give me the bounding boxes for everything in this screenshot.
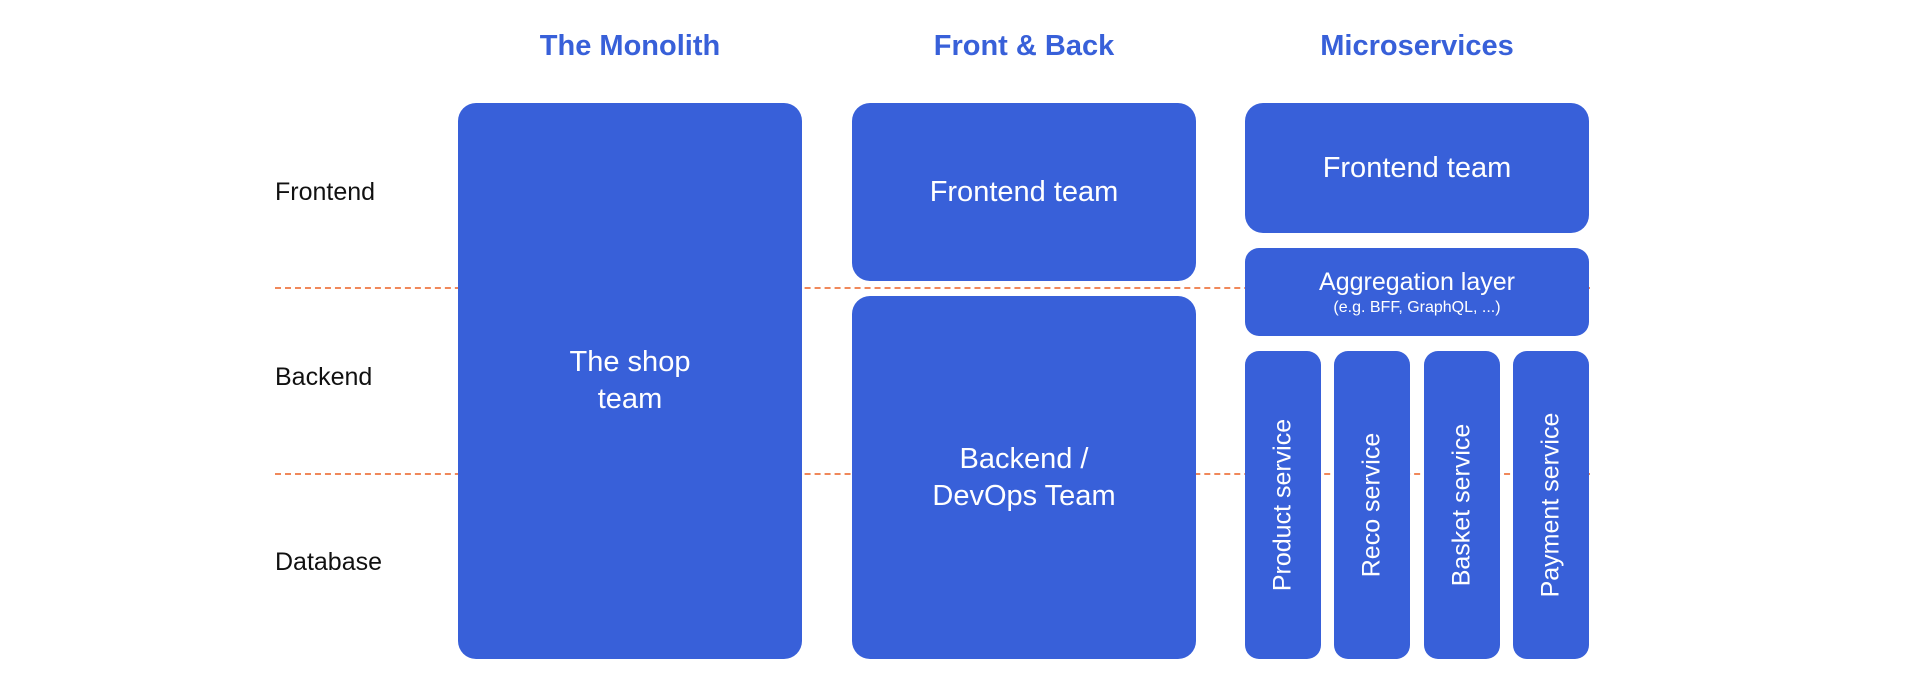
service-box-reco: Reco service: [1334, 351, 1410, 659]
aggregation-layer-box: Aggregation layer (e.g. BFF, GraphQL, ..…: [1245, 248, 1589, 336]
frontend-team-label: Frontend team: [929, 175, 1119, 208]
front-back-frontend-box: Frontend team: [852, 103, 1196, 281]
service-box-basket: Basket service: [1424, 351, 1500, 659]
monolith-shop-team-box: The shop team: [458, 103, 802, 659]
service-label: Reco service: [1357, 432, 1386, 578]
aggregation-sub-label: (e.g. BFF, GraphQL, ...): [1333, 299, 1501, 316]
front-back-backend-box: Backend / DevOps Team: [852, 296, 1196, 659]
service-box-product: Product service: [1245, 351, 1321, 659]
backend-team-label-2: DevOps Team: [932, 479, 1116, 512]
service-label: Payment service: [1536, 412, 1565, 598]
service-label: Product service: [1268, 418, 1297, 592]
row-label-database: Database: [275, 548, 383, 576]
aggregation-label: Aggregation layer: [1319, 268, 1515, 296]
column-title-monolith: The Monolith: [539, 30, 721, 62]
column-title-front-back: Front & Back: [933, 30, 1115, 62]
column-title-microservices: Microservices: [1320, 30, 1514, 62]
backend-team-label-1: Backend /: [959, 442, 1089, 475]
shop-team-label: The shop team: [569, 346, 691, 415]
row-label-backend: Backend: [275, 363, 373, 391]
micro-frontend-label: Frontend team: [1322, 151, 1512, 184]
row-label-frontend: Frontend: [275, 178, 376, 206]
service-box-payment: Payment service: [1513, 351, 1589, 659]
micro-frontend-box: Frontend team: [1245, 103, 1589, 233]
service-label: Basket service: [1447, 423, 1476, 587]
